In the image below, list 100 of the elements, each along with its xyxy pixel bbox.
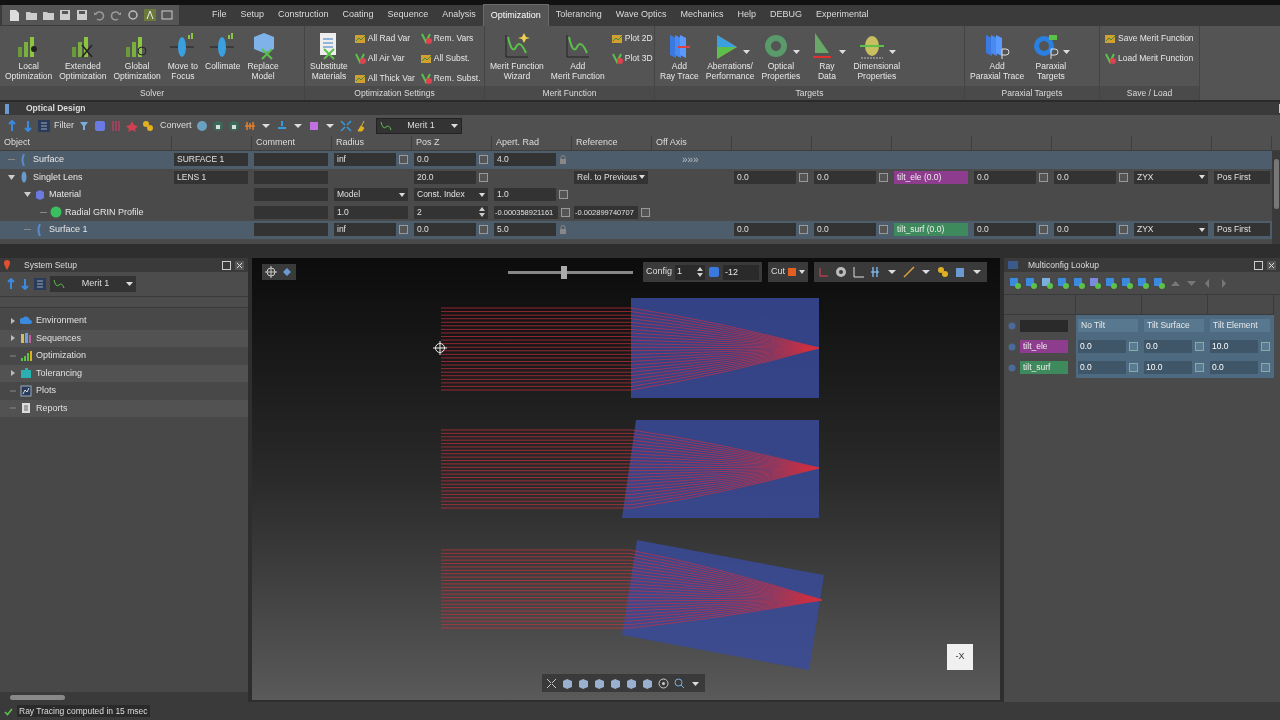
input-field[interactable]: 0.0 <box>974 170 1036 184</box>
checkbox[interactable] <box>561 207 570 217</box>
list-icon[interactable] <box>34 278 46 290</box>
menu-tab[interactable]: Mechanics <box>673 4 731 26</box>
menu-tab[interactable]: Help <box>730 4 763 26</box>
menu-tab[interactable]: Experimental <box>809 4 876 26</box>
checkbox[interactable] <box>1195 342 1204 351</box>
add-icon[interactable] <box>1090 277 1101 289</box>
checkbox[interactable] <box>1261 342 1270 351</box>
checkbox[interactable] <box>799 172 808 182</box>
add-icon[interactable] <box>1106 277 1117 289</box>
checkbox[interactable] <box>1119 172 1128 182</box>
checkbox[interactable] <box>559 190 568 200</box>
spin-box[interactable]: 2 <box>414 205 488 219</box>
cut-dropdown[interactable]: Cut <box>768 262 809 282</box>
input-field[interactable]: 10.0 <box>1210 340 1258 353</box>
ribbon-button[interactable]: Replace Model <box>244 29 282 85</box>
dropdown[interactable]: Rel. to Previous <box>574 170 648 184</box>
ribbon-button[interactable]: Add Paraxial Trace <box>967 29 1028 85</box>
expand-arrow-icon[interactable] <box>8 173 15 181</box>
globe-icon[interactable] <box>195 119 208 132</box>
ribbon-button[interactable]: Load Merit Function <box>1104 50 1194 66</box>
checkbox[interactable] <box>799 225 808 235</box>
ribbon-button[interactable]: Extended Optimization <box>56 29 110 85</box>
expand-marker[interactable]: »»» <box>682 152 699 168</box>
input-field[interactable]: 0.0 <box>1144 340 1192 353</box>
table-row[interactable]: Surface SURFACE 1 inf 0.0 4.0 »»» <box>0 151 1272 169</box>
new-file-icon[interactable] <box>8 9 20 21</box>
dropdown[interactable]: ZYX <box>1134 170 1208 184</box>
input-field[interactable]: SURFACE 1 <box>174 153 248 167</box>
align-icon[interactable] <box>243 119 256 132</box>
table-row[interactable]: Surface 1 inf 0.0 5.0 0.0 0.0 tilt_surf (0.0) 0.0 0.0 ZYX Pos First <box>0 221 1272 239</box>
scrollbar[interactable] <box>1272 151 1280 244</box>
ribbon-button[interactable]: Ray Data <box>804 29 850 85</box>
zoom-icon[interactable] <box>674 677 685 689</box>
ribbon-button[interactable]: Add Merit Function <box>547 29 608 85</box>
cube-icon[interactable] <box>578 677 589 689</box>
scrollbar[interactable] <box>0 692 248 702</box>
arrow-icon[interactable] <box>6 278 16 290</box>
ribbon-button[interactable]: Global Optimization <box>110 29 164 85</box>
add-icon[interactable] <box>1122 277 1133 289</box>
input-field[interactable]: LENS 1 <box>174 170 248 184</box>
input-field[interactable]: 1.0 <box>494 188 556 202</box>
ribbon-button[interactable]: Dimensional Properties <box>850 29 904 85</box>
input-field[interactable]: inf <box>334 223 396 237</box>
menu-tab[interactable]: DEBUG <box>762 4 809 26</box>
save-icon[interactable] <box>59 9 71 21</box>
ribbon-button[interactable]: All Subst. <box>419 50 481 66</box>
dropdown[interactable]: Const. Index <box>414 188 488 202</box>
menu-tab[interactable]: Wave Optics <box>608 4 674 26</box>
cube-icon[interactable] <box>708 266 720 278</box>
input-field[interactable]: inf <box>334 153 396 167</box>
input-field[interactable] <box>254 153 328 167</box>
ribbon-button[interactable]: Plot 2D <box>610 30 653 46</box>
input-field[interactable] <box>1020 319 1068 332</box>
cube-icon[interactable] <box>626 677 637 689</box>
ribbon-button[interactable]: All Thick Var <box>353 70 415 86</box>
checkbox[interactable] <box>399 225 408 235</box>
cube-icon[interactable] <box>594 677 605 689</box>
input-field[interactable]: 0.0 <box>1054 170 1116 184</box>
add-icon[interactable] <box>1074 277 1085 289</box>
fit-icon[interactable] <box>546 677 557 689</box>
add-icon[interactable] <box>1154 277 1165 289</box>
checkbox[interactable] <box>1195 363 1204 372</box>
input-field[interactable] <box>254 170 328 184</box>
lock-icon[interactable] <box>227 119 240 132</box>
cube-icon[interactable] <box>642 677 653 689</box>
list-icon[interactable] <box>38 119 50 132</box>
dropdown[interactable]: Model <box>334 188 408 202</box>
checkbox[interactable] <box>641 207 650 217</box>
folder-icon[interactable] <box>42 9 54 21</box>
add-icon[interactable] <box>1058 277 1069 289</box>
ribbon-button[interactable]: Merit Function Wizard <box>487 29 547 85</box>
ribbon-button[interactable]: Add Ray Trace <box>657 29 702 85</box>
input-field[interactable]: Tilt Surface <box>1144 319 1204 332</box>
ribbon-button[interactable]: Rem. Vars <box>419 30 481 46</box>
camera-icon[interactable] <box>281 266 293 278</box>
input-field[interactable]: 1.0 <box>334 205 408 219</box>
refresh-icon[interactable] <box>127 9 139 21</box>
slider[interactable] <box>508 265 633 279</box>
text-tool-icon[interactable] <box>144 9 156 21</box>
align-icon[interactable] <box>869 266 882 278</box>
checkbox[interactable] <box>1119 225 1128 235</box>
filter-button[interactable]: Filter <box>54 118 74 133</box>
axes-icon[interactable] <box>852 266 865 278</box>
input-field[interactable]: 0.0 <box>414 153 476 167</box>
lock-icon[interactable] <box>211 119 224 132</box>
checkbox[interactable] <box>479 155 488 165</box>
add-icon[interactable] <box>1026 277 1037 289</box>
add-icon[interactable] <box>1042 277 1053 289</box>
input-field[interactable]: 5.0 <box>494 223 556 237</box>
checkbox[interactable] <box>879 225 888 235</box>
checkbox[interactable] <box>479 172 488 182</box>
aperture-icon[interactable] <box>835 266 848 278</box>
cube-icon[interactable] <box>954 266 967 278</box>
input-field[interactable]: 0.0 <box>1210 361 1258 374</box>
merit-dropdown[interactable]: Merit 1 <box>50 276 136 292</box>
checkbox[interactable] <box>479 225 488 235</box>
menu-tab[interactable]: Sequence <box>380 4 436 26</box>
menu-tab[interactable]: Coating <box>335 4 381 26</box>
